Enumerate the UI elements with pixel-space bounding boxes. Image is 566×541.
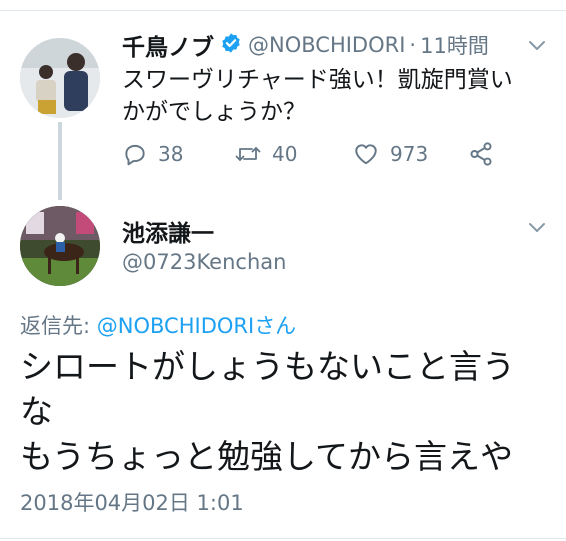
retweet-button[interactable]: 40 — [234, 140, 297, 168]
reply-button[interactable]: 38 — [122, 140, 183, 168]
share-icon — [470, 142, 492, 166]
reply-tweet-text: シロートがしょうもないこと言う な もうちょっと勉強してから言えや — [20, 344, 550, 479]
author-name[interactable]: 千鳥ノブ — [122, 28, 214, 62]
kenchan-avatar[interactable] — [20, 206, 100, 286]
top-divider — [0, 10, 566, 11]
verified-badge-icon — [220, 32, 242, 58]
mention-handle: @NOBCHIDORI — [96, 314, 255, 338]
retweet-count: 40 — [272, 142, 298, 166]
mention-suffix: さん — [254, 314, 297, 338]
thread-connector-line — [58, 122, 62, 200]
bottom-divider — [0, 538, 566, 539]
retweet-icon — [235, 147, 261, 161]
nobchidori-avatar[interactable] — [20, 38, 100, 118]
avatar-photo-icon — [20, 38, 100, 118]
author-handle[interactable]: @NOBCHIDORI — [248, 33, 405, 57]
reply-count: 38 — [158, 142, 184, 166]
share-button[interactable] — [468, 140, 494, 168]
tweet-text-line: もうちょっと勉強してから言えや — [20, 437, 514, 476]
reply-author-name[interactable]: 池添謙一 — [122, 214, 214, 248]
original-tweet-header: 千鳥ノブ @NOBCHIDORI · 11時間 — [122, 28, 489, 62]
replying-to-line: 返信先: @NOBCHIDORIさん — [20, 310, 296, 340]
replying-to-mention[interactable]: @NOBCHIDORIさん — [97, 314, 296, 338]
reply-icon — [125, 144, 145, 166]
chevron-down-icon[interactable] — [528, 40, 546, 52]
tweet-text-line: シロートがしょうもないこと言う — [20, 347, 515, 386]
replying-to-label: 返信先: — [20, 314, 97, 338]
tweet-action-bar: 38 40 973 — [122, 140, 502, 168]
meta-separator: · — [409, 33, 417, 57]
tweet-time[interactable]: 11時間 — [420, 30, 489, 60]
like-button[interactable]: 973 — [352, 140, 428, 168]
avatar-photo-icon — [20, 206, 100, 286]
like-count: 973 — [390, 142, 429, 166]
like-icon — [355, 144, 377, 165]
tweet-text-line: な — [20, 392, 53, 431]
reply-author-handle[interactable]: @0723Kenchan — [122, 250, 286, 274]
original-tweet-text: スワーヴリチャード強い！凱旋門賞いかがでしょうか？ — [122, 67, 513, 125]
tweet-timestamp[interactable]: 2018年04月02日 1:01 — [20, 487, 244, 517]
chevron-down-icon[interactable] — [528, 222, 546, 234]
